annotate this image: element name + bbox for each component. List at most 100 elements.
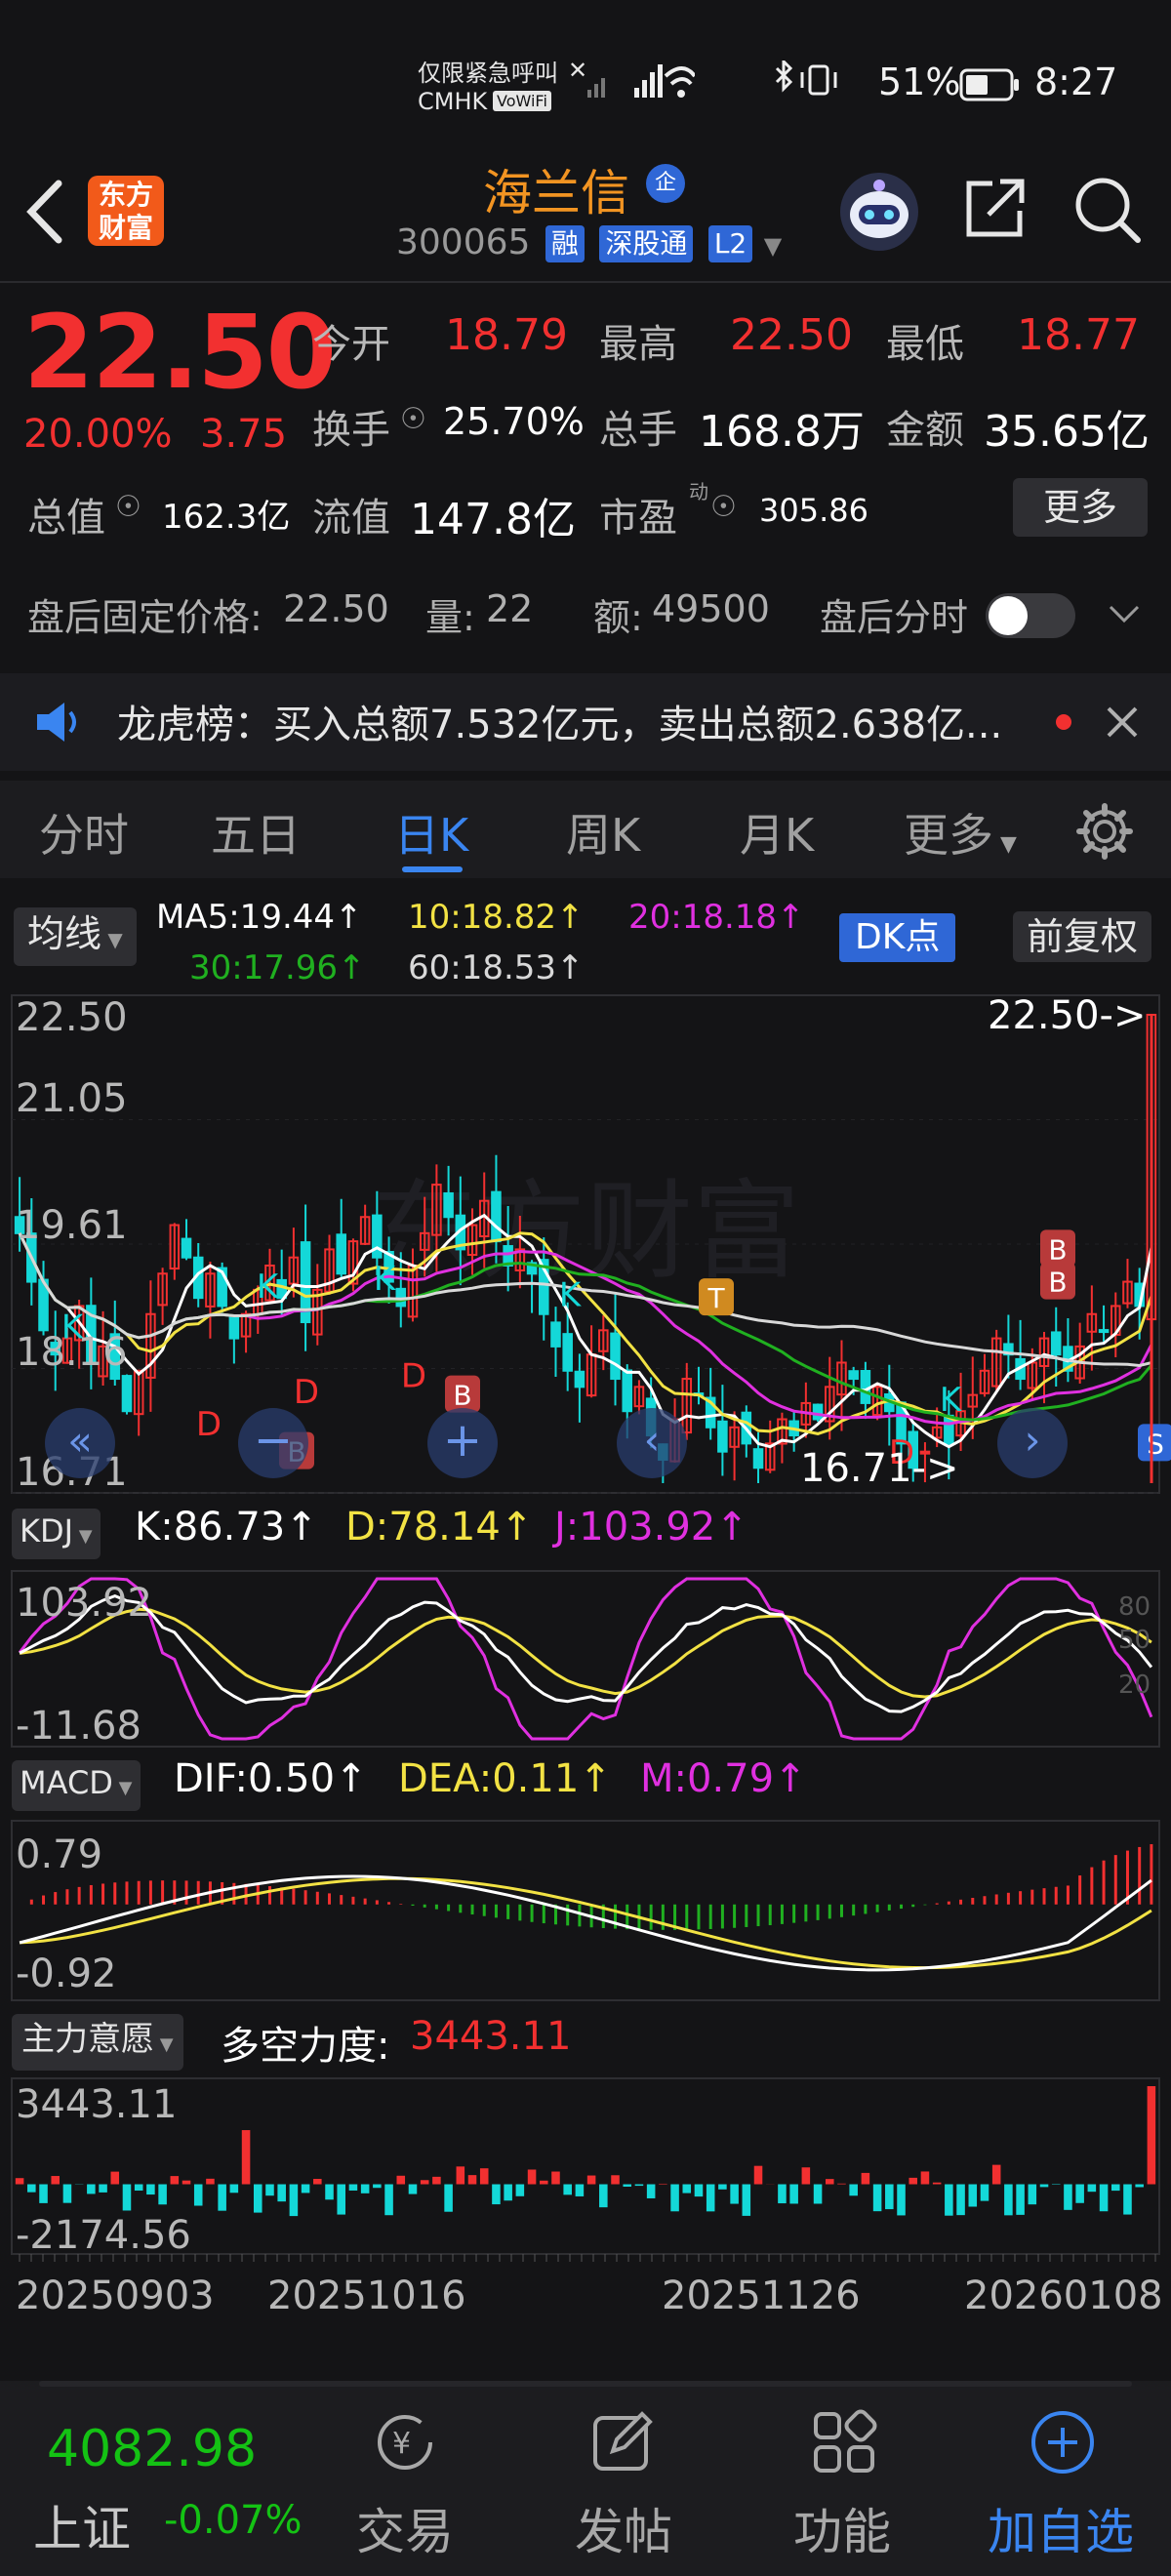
force-bar — [193, 2184, 203, 2206]
margin-tag: 融 — [545, 225, 585, 262]
force-bar — [909, 2177, 918, 2185]
volume-label: 总手 — [599, 408, 677, 453]
force-bar — [444, 2184, 453, 2212]
zoom-out-button[interactable]: − — [238, 1408, 308, 1478]
indicator-selector[interactable]: 主力意愿 ▼ — [12, 2014, 183, 2071]
kdj-d-line — [19, 1607, 1152, 1699]
kdj-selector[interactable]: KDJ ▼ — [12, 1509, 101, 1559]
macd-selector[interactable]: MACD ▼ — [12, 1760, 141, 1811]
signal-marker-label: T — [707, 1282, 725, 1314]
float-label: 流值 — [312, 496, 390, 541]
nav-post[interactable]: 发帖 — [541, 2493, 707, 2563]
candle-body — [550, 1321, 561, 1348]
force-bar — [956, 2184, 965, 2216]
clock: 8:27 — [1034, 60, 1118, 103]
info-icon[interactable]: ☉ — [115, 490, 141, 524]
force-bar — [420, 2180, 429, 2185]
nav-trade[interactable]: 交易 — [322, 2493, 488, 2563]
post-icon[interactable] — [589, 2408, 658, 2476]
force-bar — [1147, 2086, 1156, 2185]
pe-label: 市盈 — [599, 496, 677, 541]
zoom-in-button[interactable]: + — [427, 1408, 498, 1478]
more-button[interactable]: 更多 — [1013, 478, 1148, 537]
kdj-ref-50: 50 — [1118, 1626, 1151, 1655]
force-bar — [479, 2168, 489, 2185]
force-bar — [742, 2184, 751, 2216]
scroll-right-button[interactable]: › — [997, 1408, 1068, 1478]
notice-dot — [1056, 714, 1071, 730]
tab-weekly-k[interactable]: 周K — [566, 800, 640, 865]
pe-superscript: 动 — [689, 480, 708, 503]
candle-body — [610, 1332, 621, 1381]
scroll-left-button[interactable]: ‹ — [617, 1408, 687, 1478]
force-bar — [991, 2164, 1001, 2185]
candle-body — [848, 1370, 859, 1381]
candle-body — [1050, 1331, 1062, 1356]
macd-panel — [11, 1820, 1160, 2001]
info-icon[interactable]: ☉ — [400, 402, 426, 436]
zoom-rewind-button[interactable]: « — [45, 1408, 115, 1478]
after-vol-label: 量: — [425, 596, 475, 639]
tab-monthly-k[interactable]: 月K — [740, 800, 814, 865]
index-name[interactable]: 上证 — [33, 2490, 131, 2560]
notice-bar[interactable]: 龙虎榜：买入总额7.532亿元，卖出总额2.638亿... — [0, 673, 1171, 771]
kdj-j: J:103.92↑ — [554, 1505, 748, 1550]
stock-code-line[interactable]: 300065 融 深股通 L2 ▼ — [396, 222, 782, 262]
force-tick-top: 3443.11 — [16, 2082, 178, 2127]
adjust-price-button[interactable]: 前复权 — [1013, 911, 1152, 962]
info-icon[interactable]: ☉ — [710, 490, 737, 524]
stock-name: 海兰信 — [483, 165, 629, 221]
ma-selector[interactable]: 均线 ▼ — [14, 907, 137, 966]
chevron-down-icon[interactable] — [1107, 603, 1142, 626]
share-icon[interactable] — [961, 174, 1030, 242]
tab-more[interactable]: 更多 ▼ — [904, 800, 1017, 865]
change-percent: 20.00% — [23, 412, 173, 457]
back-icon[interactable] — [21, 178, 70, 246]
force-bar — [229, 2184, 239, 2194]
settings-gear-icon[interactable] — [1075, 802, 1134, 861]
index-value[interactable]: 4082.98 — [47, 2420, 257, 2478]
force-bar — [39, 2184, 48, 2203]
signal-marker-label: K — [940, 1381, 963, 1420]
force-bar — [885, 2184, 894, 2210]
force-bar — [325, 2184, 334, 2200]
tab-daily-k[interactable]: 日K — [394, 800, 468, 865]
signal-marker-label: K — [257, 1268, 280, 1307]
stock-chart[interactable]: 东方财富KKKKKDDDDBBBBTS — [0, 986, 1171, 2332]
tab-five-day[interactable]: 五日 — [211, 800, 301, 865]
candle-body — [717, 1420, 728, 1453]
notice-text: 龙虎榜：买入总额7.532亿元，卖出总额2.638亿... — [117, 703, 1003, 747]
functions-icon[interactable] — [810, 2408, 878, 2476]
force-bar — [134, 2184, 143, 2192]
date-tick-4: 20260108 — [964, 2274, 1163, 2318]
force-bar — [1016, 2184, 1025, 2215]
after-hours-bar: 盘后固定价格: 22.50 量: 22 额: 49500 盘后分时 — [0, 576, 1171, 654]
force-bar — [801, 2167, 811, 2185]
kdj-tick-bottom: -11.68 — [16, 1704, 141, 1749]
add-watchlist-icon[interactable] — [1027, 2406, 1099, 2478]
nav-add-watchlist[interactable]: 加自选 — [978, 2493, 1144, 2563]
chart-header: 均线 ▼ MA5:19.44↑ 10:18.82↑ 20:18.18↑ 30:1… — [0, 888, 1171, 987]
search-icon[interactable] — [1071, 174, 1144, 246]
force-bar — [206, 2178, 215, 2185]
robot-assistant-icon[interactable] — [837, 170, 921, 254]
after-hours-toggle[interactable] — [986, 593, 1075, 638]
trade-icon[interactable]: ¥ — [371, 2408, 439, 2476]
force-bar — [467, 2175, 477, 2185]
candle-body — [372, 1214, 383, 1259]
macd-tick-bottom: -0.92 — [16, 1952, 117, 1996]
force-bar — [87, 2184, 96, 2194]
force-bar — [515, 2184, 525, 2196]
drag-handle[interactable] — [39, 2381, 1132, 2387]
close-icon[interactable] — [1103, 703, 1142, 742]
force-bar — [27, 2184, 36, 2193]
force-tick-bottom: -2174.56 — [16, 2213, 191, 2258]
force-bar — [99, 2184, 107, 2193]
force-bar — [265, 2184, 274, 2196]
force-bar — [849, 2184, 858, 2196]
nav-functions[interactable]: 功能 — [759, 2493, 925, 2563]
dk-point-button[interactable]: DK点 — [839, 913, 956, 962]
force-bar — [396, 2175, 406, 2185]
tab-intraday[interactable]: 分时 — [39, 800, 129, 865]
signal-marker-label: K — [374, 1260, 397, 1299]
